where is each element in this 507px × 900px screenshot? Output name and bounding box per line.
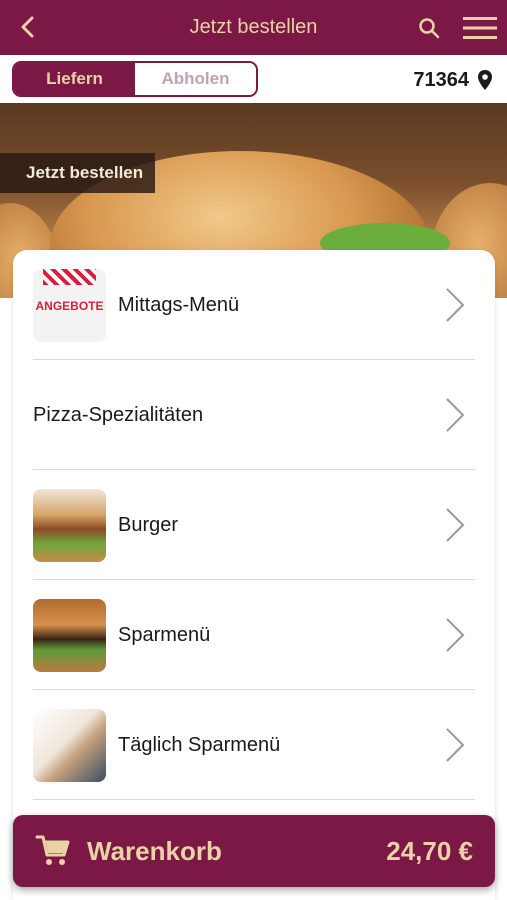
chevron-right-icon [446, 728, 465, 762]
category-list: ANGEBOTE Mittags-Menü Pizza-Spezialitäte… [13, 250, 495, 900]
chevron-right-icon [446, 508, 465, 542]
location-selector[interactable]: 71364 [413, 67, 493, 93]
search-icon [419, 18, 440, 39]
category-thumbnail [33, 599, 106, 672]
chevron-right-icon [446, 618, 465, 652]
category-label: Pizza-Spezialitäten [33, 404, 204, 426]
cart-label: Warenkorb [87, 836, 222, 866]
category-item-pizza-spezialitaeten[interactable]: Pizza-Spezialitäten [33, 360, 475, 470]
category-label: Burger [118, 514, 179, 536]
category-thumbnail: ANGEBOTE [33, 269, 106, 342]
location-pin-icon [478, 70, 492, 90]
tablecloth-graphic [43, 269, 96, 285]
category-thumbnail [33, 489, 106, 562]
cart-total: 24,70 € [386, 836, 473, 866]
hero-label: Jetzt bestellen [0, 153, 155, 193]
cart-button[interactable]: Warenkorb 24,70 € [13, 815, 495, 887]
chevron-right-icon [446, 398, 465, 432]
category-item-burger[interactable]: Burger [33, 470, 475, 580]
category-label: Sparmenü [118, 624, 211, 646]
category-label: Mittags-Menü [118, 294, 240, 316]
order-options-bar: Liefern Abholen 71364 [0, 55, 507, 103]
chevron-right-icon [446, 288, 465, 322]
top-app-bar: Jetzt bestellen [0, 0, 507, 55]
menu-button[interactable] [460, 13, 500, 43]
zip-code: 71364 [413, 68, 469, 91]
category-thumbnail [33, 709, 106, 782]
search-button[interactable] [414, 13, 444, 43]
hamburger-menu-icon [463, 17, 497, 39]
delivery-option-abholen[interactable]: Abholen [135, 63, 256, 95]
category-label: Täglich Sparmenü [118, 734, 281, 756]
delivery-mode-toggle: Liefern Abholen [12, 61, 258, 97]
category-item-sparmenue[interactable]: Sparmenü [33, 580, 475, 690]
delivery-option-liefern[interactable]: Liefern [14, 63, 135, 95]
shopping-cart-icon [35, 835, 70, 865]
category-item-mittags-menu[interactable]: ANGEBOTE Mittags-Menü [33, 250, 475, 360]
category-item-taeglich-sparmenue[interactable]: Täglich Sparmenü [33, 690, 475, 800]
angebote-logo-text: ANGEBOTE [35, 299, 104, 313]
